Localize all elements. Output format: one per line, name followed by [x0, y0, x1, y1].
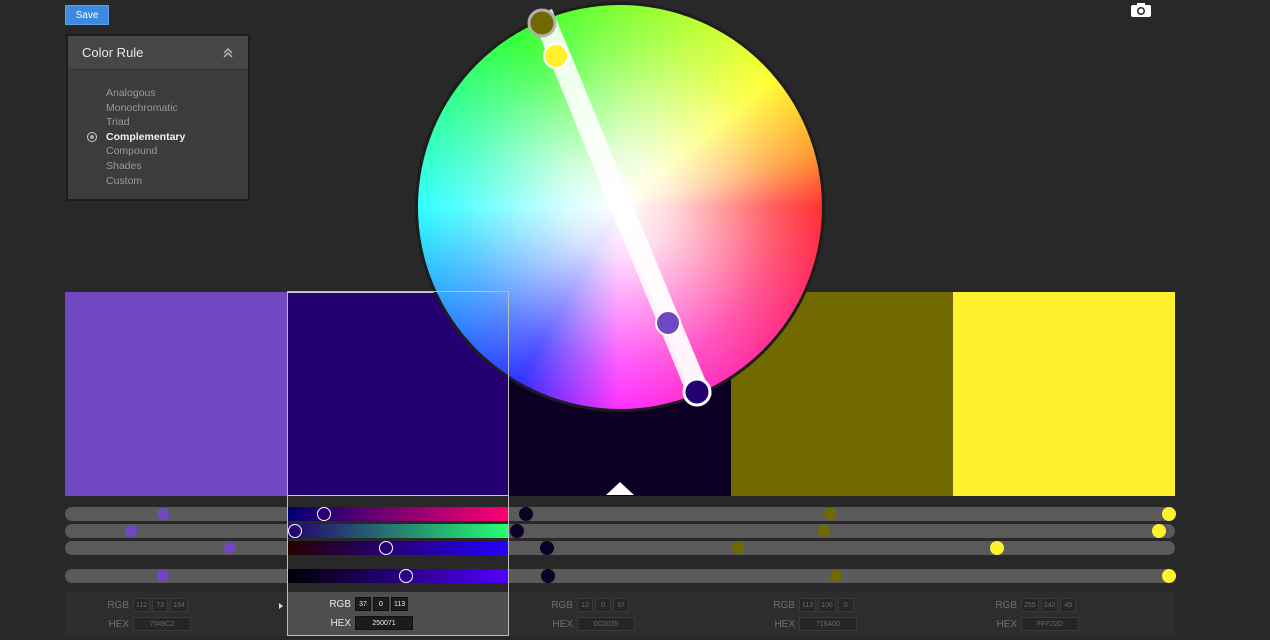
rgb-label: RGB [995, 599, 1017, 611]
hex-label: HEX [774, 618, 795, 630]
slider-track-red[interactable] [65, 507, 1175, 521]
hex-label: HEX [996, 618, 1017, 630]
rgb-label: RGB [773, 599, 795, 611]
values-swatch-4: RGB 113 106 0 HEX 716A00 [731, 592, 953, 636]
hex-label: HEX [108, 618, 129, 630]
slider-knob[interactable] [1162, 507, 1176, 521]
slider-knob[interactable] [824, 508, 836, 520]
green-field[interactable]: 0 [595, 598, 611, 612]
slider-knob[interactable] [540, 541, 554, 555]
rule-option-triad[interactable]: Triad [68, 115, 248, 130]
green-field[interactable]: 242 [1040, 598, 1059, 612]
slider-knob[interactable] [830, 570, 842, 582]
red-field[interactable]: 37 [355, 597, 371, 611]
hex-field[interactable]: 250071 [355, 616, 413, 630]
slider-track-brightness[interactable] [65, 569, 1175, 583]
wheel-handles [527, 8, 712, 407]
radio-selected-icon [87, 131, 97, 142]
hex-label: HEX [552, 618, 573, 630]
rule-option-label: Complementary [106, 130, 186, 143]
expand-triangle-icon[interactable] [279, 603, 283, 609]
slider-knob-selected[interactable] [288, 524, 302, 538]
save-button[interactable]: Save [65, 5, 109, 25]
slider-knob-selected[interactable] [399, 569, 413, 583]
hex-field[interactable]: FFF22D [1021, 617, 1079, 631]
slider-knob[interactable] [157, 508, 169, 520]
hex-field[interactable]: 7049C2 [133, 617, 191, 631]
values-swatch-3: RGB 12 0 37 HEX 0C0025 [509, 592, 731, 636]
color-wheel[interactable] [418, 5, 822, 409]
rule-option-complementary[interactable]: Complementary [68, 130, 248, 145]
slider-knob[interactable] [1152, 524, 1166, 538]
rule-option-analogous[interactable]: Analogous [68, 86, 248, 101]
blue-field[interactable]: 194 [170, 598, 188, 612]
wheel-handle-indigo[interactable] [682, 377, 712, 407]
selected-green-gradient[interactable] [288, 524, 508, 538]
slider-track-green[interactable] [65, 524, 1175, 538]
slider-knob[interactable] [732, 542, 744, 554]
slider-knob[interactable] [510, 524, 524, 538]
blue-field[interactable]: 37 [613, 598, 629, 612]
rule-option-monochromatic[interactable]: Monochromatic [68, 101, 248, 116]
slider-knob[interactable] [990, 541, 1004, 555]
color-rule-options: Analogous Monochromatic Triad Complement… [68, 70, 248, 188]
hex-field[interactable]: 0C0025 [577, 617, 635, 631]
blue-field[interactable]: 0 [837, 598, 854, 612]
color-rule-title: Color Rule [82, 45, 144, 60]
blue-field[interactable]: 113 [391, 597, 409, 611]
values-swatch-5: RGB 255 242 45 HEX FFF22D [953, 592, 1175, 636]
red-field[interactable]: 112 [133, 598, 151, 612]
channel-sliders [65, 505, 1176, 585]
red-field[interactable]: 12 [577, 598, 593, 612]
rule-option-shades[interactable]: Shades [68, 159, 248, 174]
selected-blue-gradient[interactable] [288, 541, 508, 555]
rule-option-custom[interactable]: Custom [68, 174, 248, 189]
slider-knob[interactable] [818, 525, 830, 537]
values-swatch-1: RGB 112 73 194 HEX 7049C2 [65, 592, 287, 636]
slider-knob[interactable] [125, 525, 137, 537]
camera-icon[interactable] [1130, 2, 1152, 18]
green-field[interactable]: 106 [818, 598, 836, 612]
rgb-label: RGB [551, 599, 573, 611]
wheel-handle-yellow[interactable] [543, 43, 569, 69]
slider-knob-selected[interactable] [379, 541, 393, 555]
color-swatch-5[interactable] [953, 292, 1175, 496]
selected-brightness-gradient[interactable] [288, 569, 508, 583]
slider-knob-selected[interactable] [317, 507, 331, 521]
green-field[interactable]: 73 [152, 598, 169, 612]
rgb-label: RGB [329, 598, 351, 610]
slider-knob[interactable] [157, 570, 169, 582]
base-color-marker-icon [606, 482, 634, 495]
hex-label: HEX [330, 617, 351, 629]
slider-knob[interactable] [1162, 569, 1176, 583]
slider-knob[interactable] [224, 542, 236, 554]
slider-knob[interactable] [541, 569, 555, 583]
color-swatch-1[interactable] [65, 292, 287, 496]
slider-knob[interactable] [519, 507, 533, 521]
handle-beam-purple [614, 201, 712, 397]
values-swatch-2: RGB 37 0 113 HEX 250071 [287, 592, 509, 636]
blue-field[interactable]: 45 [1060, 598, 1077, 612]
green-field[interactable]: 0 [373, 597, 389, 611]
wheel-handle-dark-yellow[interactable] [527, 8, 557, 38]
color-rule-header[interactable]: Color Rule [68, 36, 248, 70]
color-values: RGB 112 73 194 HEX 7049C2 RGB 37 0 113 H… [65, 592, 1175, 636]
red-field[interactable]: 113 [799, 598, 817, 612]
red-field[interactable]: 255 [1021, 598, 1039, 612]
hex-field[interactable]: 716A00 [799, 617, 857, 631]
rgb-label: RGB [107, 599, 129, 611]
color-rule-panel: Color Rule Analogous Monochromatic Triad… [68, 36, 248, 199]
double-chevron-up-icon[interactable] [222, 47, 234, 59]
rule-option-compound[interactable]: Compound [68, 144, 248, 159]
wheel-handle-purple[interactable] [655, 310, 681, 336]
